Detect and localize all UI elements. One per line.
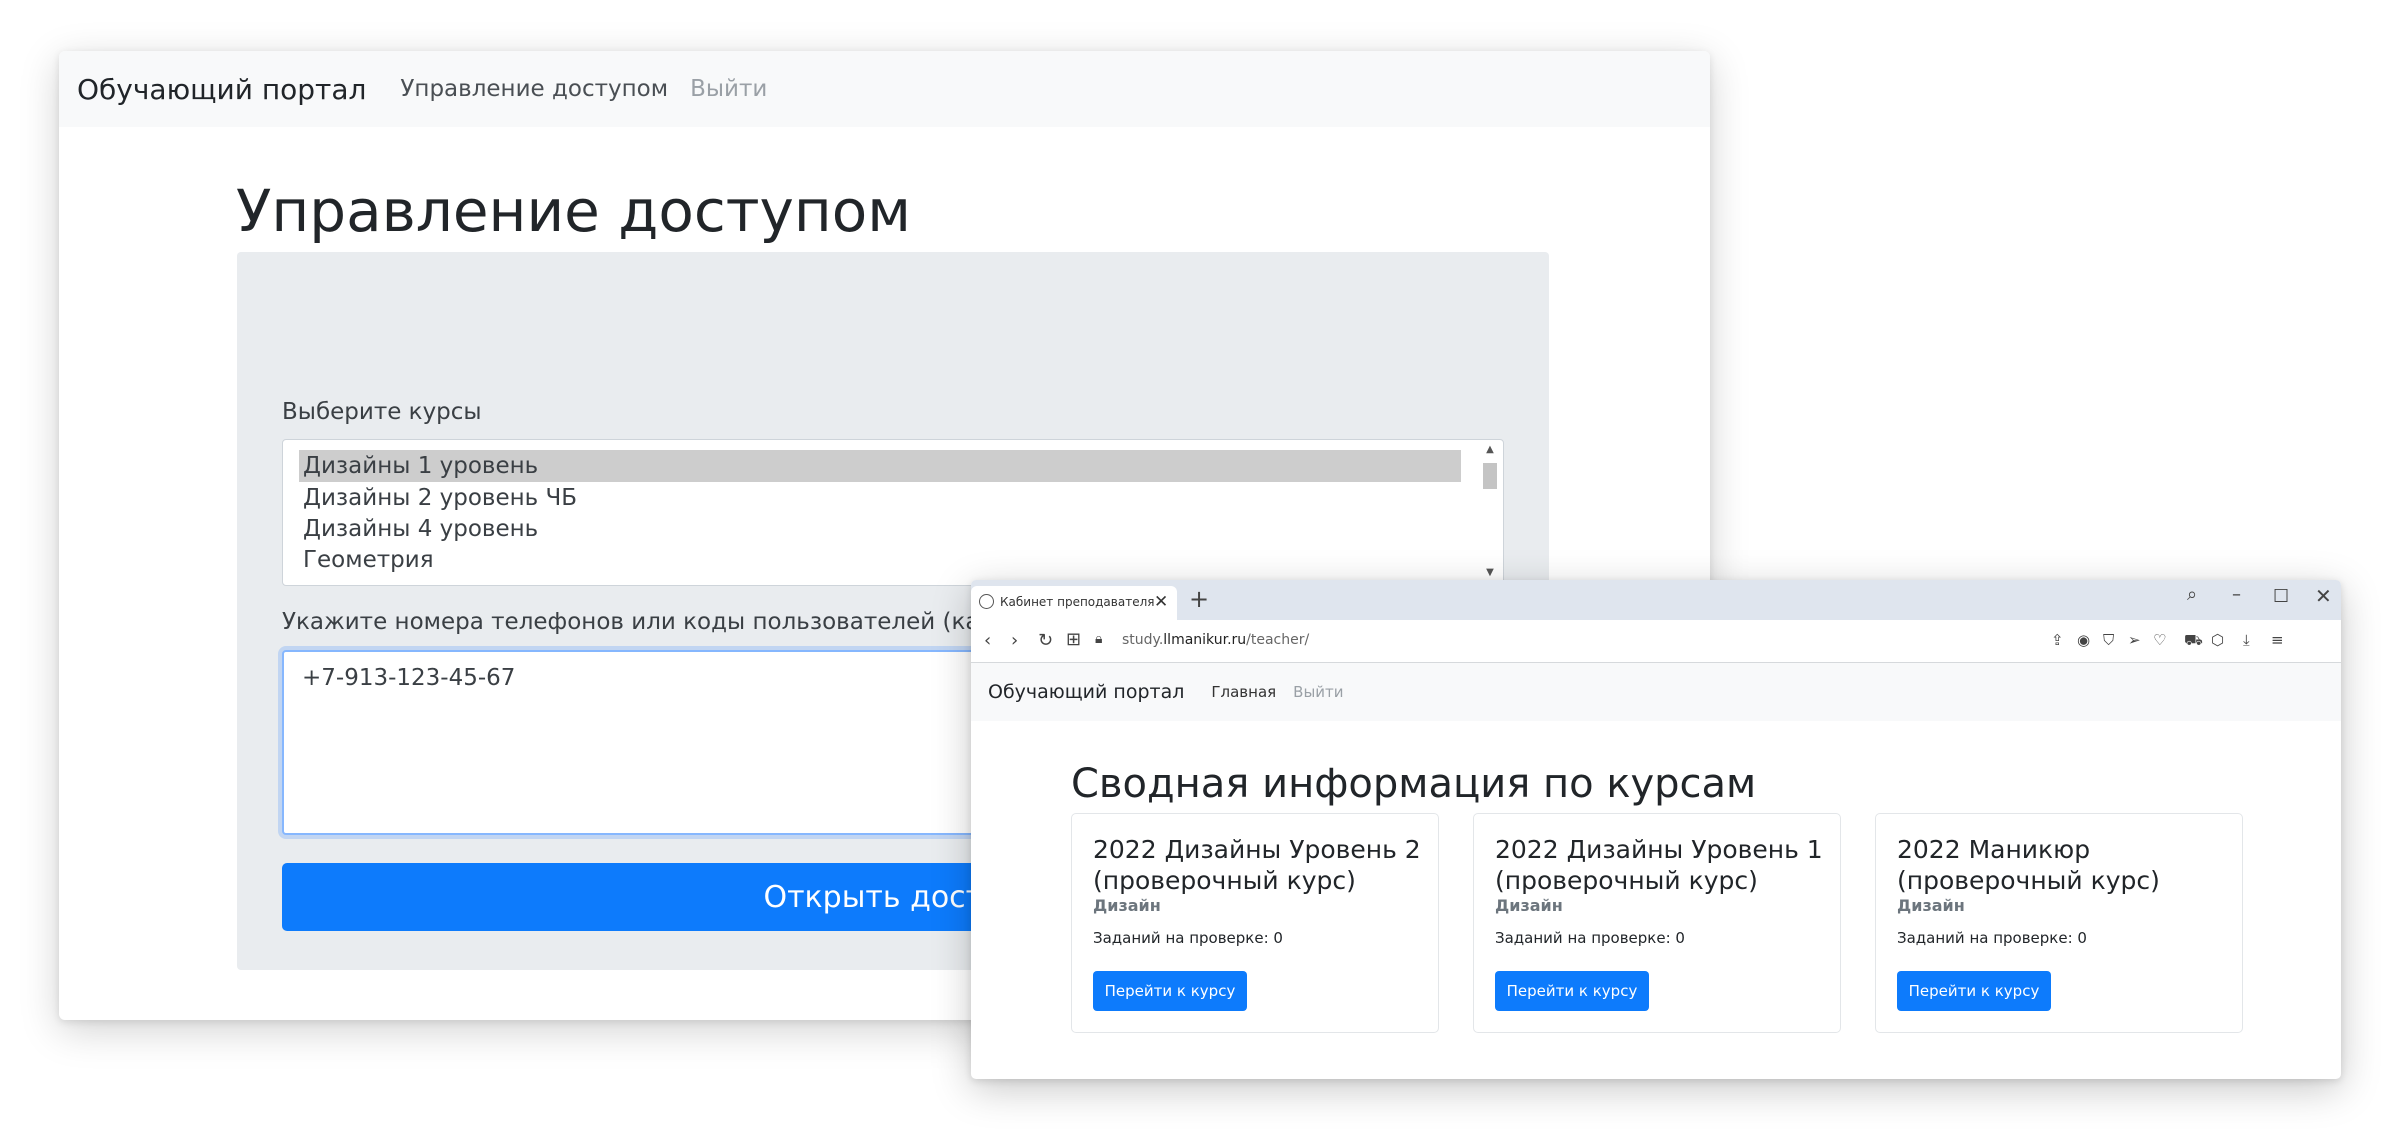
reload-icon[interactable]: ↻ <box>1038 630 1053 651</box>
search-icon[interactable]: ⌕ <box>2187 584 2197 605</box>
go-to-course-button[interactable]: Перейти к курсу <box>1093 971 1247 1011</box>
cube-icon[interactable]: ⬡ <box>2211 631 2224 649</box>
navbar: Обучающий портал Главная Выйти <box>971 663 2341 721</box>
page-title: Сводная информация по курсам <box>1071 761 1757 807</box>
course-card: 2022 Маникюр (проверочный курс) Дизайн З… <box>1875 813 2243 1033</box>
course-card-category: Дизайн <box>1093 896 1161 915</box>
camera-icon[interactable]: ◉ <box>2077 631 2090 649</box>
scroll-up-arrow-icon[interactable]: ▲ <box>1479 442 1501 458</box>
minimize-icon[interactable]: – <box>2232 584 2241 605</box>
back-icon[interactable]: ‹ <box>984 630 991 651</box>
browser-tab[interactable]: Кабинет преподавателя ✕ <box>971 586 1177 620</box>
course-option-selected[interactable]: Дизайны 1 уровень <box>299 450 1461 482</box>
course-card-category: Дизайн <box>1495 896 1563 915</box>
navbar-brand[interactable]: Обучающий портал <box>988 681 1184 703</box>
url-path: /teacher/ <box>1246 632 1310 648</box>
course-card-title: 2022 Маникюр (проверочный курс) <box>1897 835 2160 895</box>
shield-icon[interactable]: ⛉ <box>2103 631 2114 649</box>
nav-link-home[interactable]: Главная <box>1211 683 1276 701</box>
navbar: Обучающий портал Управление доступом Вый… <box>59 51 1710 127</box>
maximize-icon[interactable]: ☐ <box>2273 586 2289 607</box>
address-bar: ‹ › ↻ ⊞ 🔒︎ study.llmanikur.ru/teacher/ ⇪… <box>971 620 2341 663</box>
heart-icon[interactable]: ♡ <box>2153 631 2166 649</box>
course-multiselect[interactable]: Дизайны 1 уровень Дизайны 2 уровень ЧБ Д… <box>282 439 1504 586</box>
tab-close-icon[interactable]: ✕ <box>1154 592 1168 612</box>
download-icon[interactable]: ⤓ <box>2243 631 2250 649</box>
url-field[interactable]: study.llmanikur.ru/teacher/ <box>1122 632 1309 648</box>
url-prefix: study. <box>1122 632 1164 648</box>
scroll-down-arrow-icon[interactable]: ▼ <box>1479 565 1501 581</box>
course-card-title: 2022 Дизайны Уровень 2 (проверочный курс… <box>1093 835 1421 895</box>
course-card-category: Дизайн <box>1897 896 1965 915</box>
course-card-pending: Заданий на проверке: 0 <box>1897 929 2087 947</box>
lock-icon: 🔒︎ <box>1095 631 1103 647</box>
scrollbar[interactable]: ▲ ▼ <box>1479 442 1501 581</box>
course-card-pending: Заданий на проверке: 0 <box>1495 929 1685 947</box>
nav-link-logout[interactable]: Выйти <box>1293 683 1343 701</box>
course-option[interactable]: Геометрия <box>301 544 434 576</box>
scrollbar-thumb[interactable] <box>1483 463 1497 489</box>
course-card-pending: Заданий на проверке: 0 <box>1093 929 1283 947</box>
course-option[interactable]: Дизайны 4 уровень <box>301 513 538 545</box>
go-to-course-button[interactable]: Перейти к курсу <box>1897 971 2051 1011</box>
forward-icon[interactable]: › <box>1011 630 1018 651</box>
teacher-cabinet-window: Кабинет преподавателя ✕ + ⌕ – ☐ ✕ ‹ › ↻ … <box>971 580 2341 1079</box>
go-to-course-button[interactable]: Перейти к курсу <box>1495 971 1649 1011</box>
share-icon[interactable]: ⇪ <box>2051 631 2064 649</box>
close-icon[interactable]: ✕ <box>2315 584 2332 608</box>
grid-icon[interactable]: ⊞ <box>1066 629 1081 650</box>
navbar-brand[interactable]: Обучающий портал <box>77 73 366 106</box>
courses-label: Выберите курсы <box>282 399 482 425</box>
browser-titlebar: Кабинет преподавателя ✕ + ⌕ – ☐ ✕ <box>971 580 2341 620</box>
course-card: 2022 Дизайны Уровень 2 (проверочный курс… <box>1071 813 1439 1033</box>
nav-link-logout[interactable]: Выйти <box>690 76 767 102</box>
cart-icon[interactable]: ⛟ <box>2184 631 2203 651</box>
new-tab-plus-icon[interactable]: + <box>1189 585 1209 613</box>
course-card-title: 2022 Дизайны Уровень 1 (проверочный курс… <box>1495 835 1823 895</box>
course-card: 2022 Дизайны Уровень 1 (проверочный курс… <box>1473 813 1841 1033</box>
send-icon[interactable]: ➢ <box>2128 631 2141 649</box>
page-title: Управление доступом <box>236 177 912 245</box>
globe-icon <box>979 594 994 609</box>
course-option[interactable]: Дизайны 2 уровень ЧБ <box>301 482 577 514</box>
nav-link-access[interactable]: Управление доступом <box>400 76 668 102</box>
tab-title: Кабинет преподавателя <box>1000 595 1155 609</box>
url-domain: llmanikur.ru <box>1163 632 1247 648</box>
menu-icon[interactable]: ≡ <box>2271 631 2284 649</box>
